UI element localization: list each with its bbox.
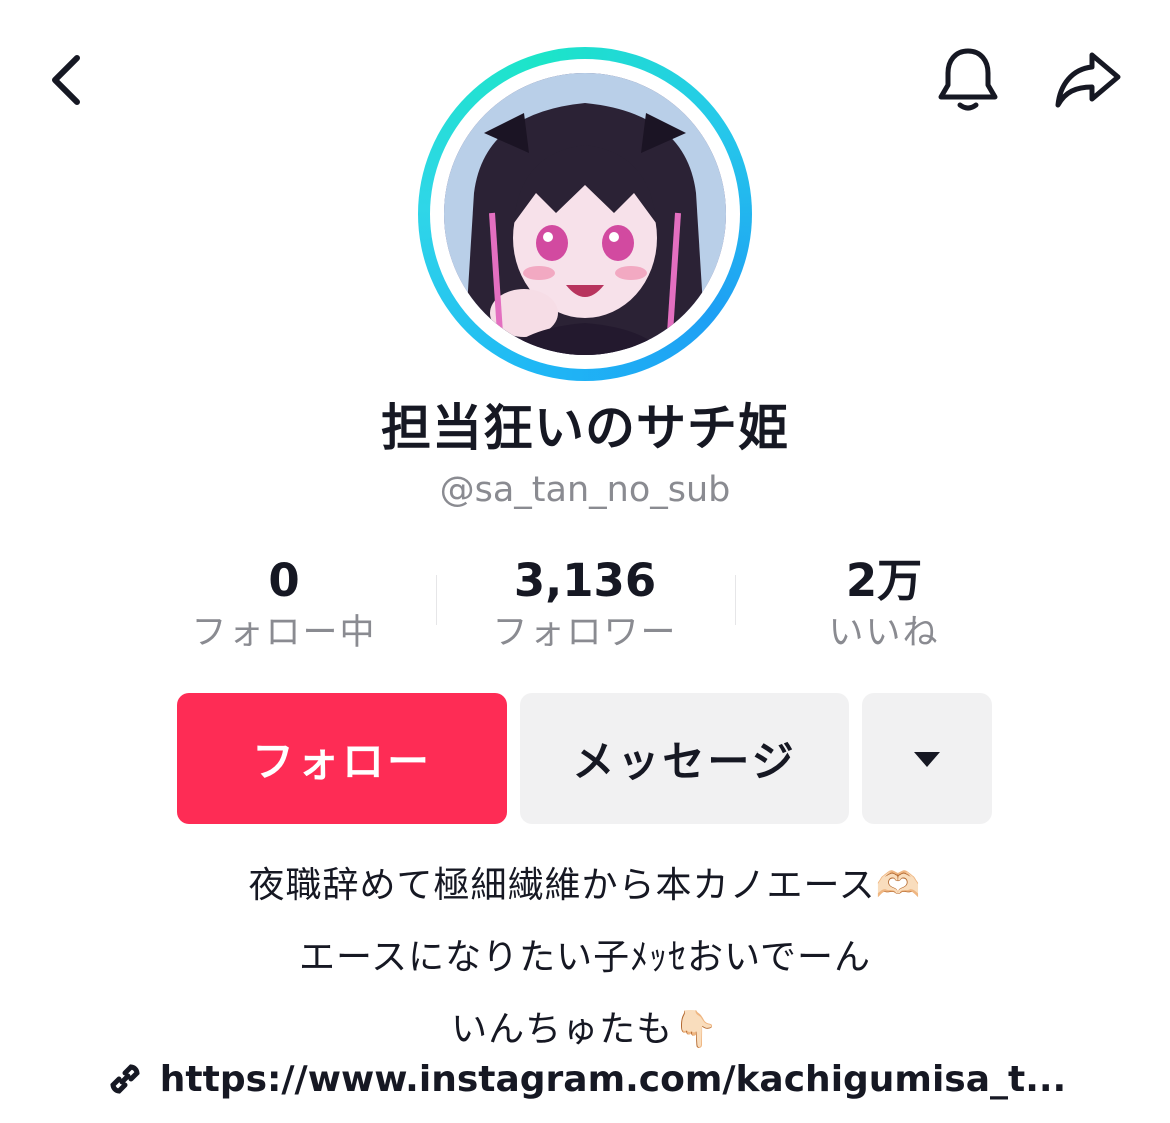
followers-label: フォロワー xyxy=(492,613,678,653)
following-label: フォロー中 xyxy=(191,613,377,653)
link-text[interactable]: https://www.instagram.com/kachigumisa_t.… xyxy=(160,1059,1066,1100)
bio-link[interactable]: https://www.instagram.com/kachigumisa_t.… xyxy=(0,1058,1170,1100)
link-icon xyxy=(110,1064,140,1094)
share-button[interactable] xyxy=(1045,40,1130,120)
stat-likes[interactable]: 2万 いいね xyxy=(754,552,1014,656)
likes-label: いいね xyxy=(828,613,940,653)
bio-line: エースになりたい子ﾒｯｾおいでーん xyxy=(298,937,872,978)
stat-following[interactable]: 0 フォロー中 xyxy=(154,552,414,656)
stat-divider xyxy=(735,575,736,625)
avatar xyxy=(444,73,726,355)
likes-count: 2万 xyxy=(845,554,923,607)
bell-icon xyxy=(938,48,997,111)
share-arrow-icon xyxy=(1055,52,1120,108)
bio-line: 夜職辞めて極細繊維から本カノエース🫶🏻 xyxy=(248,865,922,906)
follow-button[interactable]: フォロー xyxy=(177,693,507,824)
followers-count: 3,136 xyxy=(513,554,657,607)
suggested-accounts-button[interactable] xyxy=(862,693,992,824)
message-button-label: メッセージ xyxy=(572,737,797,786)
stat-followers[interactable]: 3,136 フォロワー xyxy=(455,552,715,656)
follow-button-label: フォロー xyxy=(251,737,432,786)
back-button[interactable] xyxy=(30,40,100,120)
avatar-border xyxy=(430,59,740,369)
chevron-left-icon xyxy=(52,55,80,105)
display-name: 担当狂いのサチ姫 xyxy=(381,399,789,457)
username: @sa_tan_no_sub xyxy=(439,470,731,510)
stat-divider xyxy=(436,575,437,625)
bio-line: いんちゅたも👇🏻 xyxy=(451,1009,719,1050)
following-count: 0 xyxy=(268,554,300,607)
caret-down-icon xyxy=(914,751,940,767)
message-button[interactable]: メッセージ xyxy=(520,693,849,824)
notification-bell-button[interactable] xyxy=(925,40,1010,120)
avatar-illustration xyxy=(444,73,726,355)
avatar-story-ring[interactable] xyxy=(418,47,752,381)
